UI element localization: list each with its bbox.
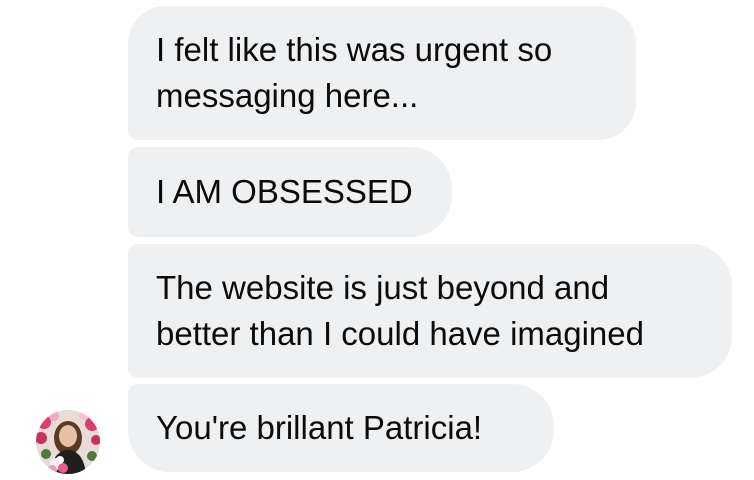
message-bubble[interactable]: You're brillant Patricia! (128, 384, 554, 472)
message-text: The website is just beyond and better th… (156, 269, 644, 352)
sender-avatar[interactable] (36, 410, 100, 474)
message-bubble[interactable]: The website is just beyond and better th… (128, 244, 732, 378)
message-text: I AM OBSESSED (156, 173, 413, 210)
message-text: I felt like this was urgent so messaging… (156, 31, 553, 114)
message-bubble[interactable]: I felt like this was urgent so messaging… (128, 6, 636, 140)
message-bubble[interactable]: I AM OBSESSED (128, 147, 452, 237)
message-text: You're brillant Patricia! (156, 409, 483, 446)
message-thread: I felt like this was urgent so messaging… (0, 0, 754, 480)
profile-photo-icon (36, 410, 100, 474)
